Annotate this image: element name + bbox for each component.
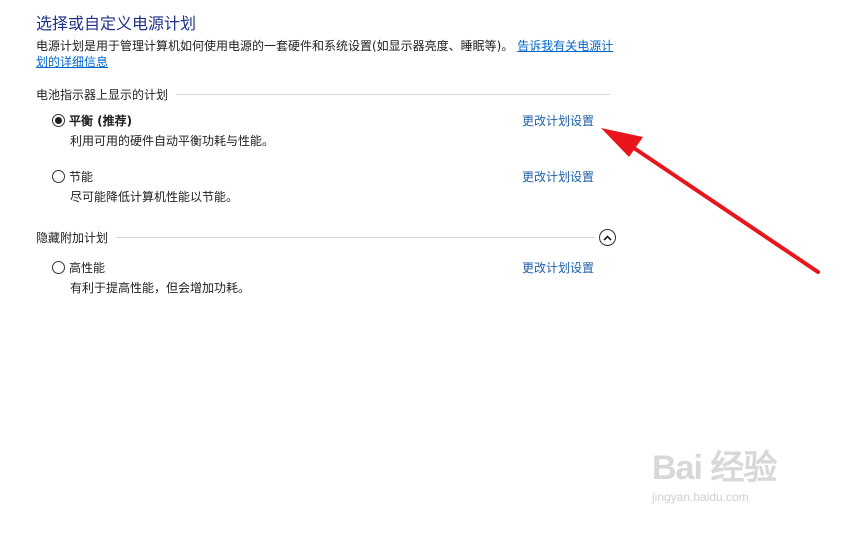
- watermark-logo: Bai 经验: [652, 449, 777, 487]
- plan-balanced-description: 利用可用的硬件自动平衡功耗与性能。: [70, 134, 275, 148]
- page-description: 电源计划是用于管理计算机如何使用电源的一套硬件和系统设置(如显示器亮度、睡眠等)…: [36, 38, 616, 70]
- plan-balanced-name[interactable]: 平衡 (推荐): [69, 112, 132, 129]
- battery-meter-section-header: 电池指示器上显示的计划: [36, 86, 610, 103]
- section-divider: [176, 94, 610, 95]
- radio-selected-dot: [55, 116, 62, 124]
- plan-power-saver-description: 尽可能降低计算机性能以节能。: [70, 190, 239, 204]
- plan-balanced-radio[interactable]: [52, 113, 65, 127]
- plan-power-saver-name[interactable]: 节能: [69, 168, 93, 185]
- plan-balanced-change-settings-link[interactable]: 更改计划设置: [522, 112, 594, 129]
- plan-power-saver: 节能 尽可能降低计算机性能以节能。 更改计划设置: [52, 168, 612, 205]
- description-text: 电源计划是用于管理计算机如何使用电源的一套硬件和系统设置(如显示器亮度、睡眠等)…: [36, 39, 514, 53]
- watermark-url: jingyan.baidu.com: [652, 490, 749, 504]
- chevron-up-icon[interactable]: [599, 229, 616, 246]
- plan-balanced: 平衡 (推荐) 利用可用的硬件自动平衡功耗与性能。 更改计划设置: [52, 112, 612, 149]
- plan-power-saver-change-settings-link[interactable]: 更改计划设置: [522, 168, 594, 185]
- page-title: 选择或自定义电源计划: [36, 14, 197, 33]
- section-label: 隐藏附加计划: [36, 231, 109, 245]
- power-options-page: 选择或自定义电源计划 电源计划是用于管理计算机如何使用电源的一套硬件和系统设置(…: [0, 0, 853, 541]
- section-divider: [116, 237, 595, 238]
- section-label: 电池指示器上显示的计划: [36, 88, 169, 102]
- plan-power-saver-radio[interactable]: [52, 169, 65, 183]
- plan-high-performance-description: 有利于提高性能，但会增加功耗。: [70, 281, 251, 295]
- plan-high-performance-name[interactable]: 高性能: [69, 259, 105, 276]
- plan-high-performance: 高性能 有利于提高性能，但会增加功耗。 更改计划设置: [52, 259, 612, 296]
- hidden-plans-section-header: 隐藏附加计划: [36, 229, 616, 246]
- baidu-jingyan-watermark: Bai 经验 jingyan.baidu.com: [652, 448, 812, 528]
- plan-high-performance-change-settings-link[interactable]: 更改计划设置: [522, 259, 594, 276]
- plan-high-performance-radio[interactable]: [52, 260, 65, 274]
